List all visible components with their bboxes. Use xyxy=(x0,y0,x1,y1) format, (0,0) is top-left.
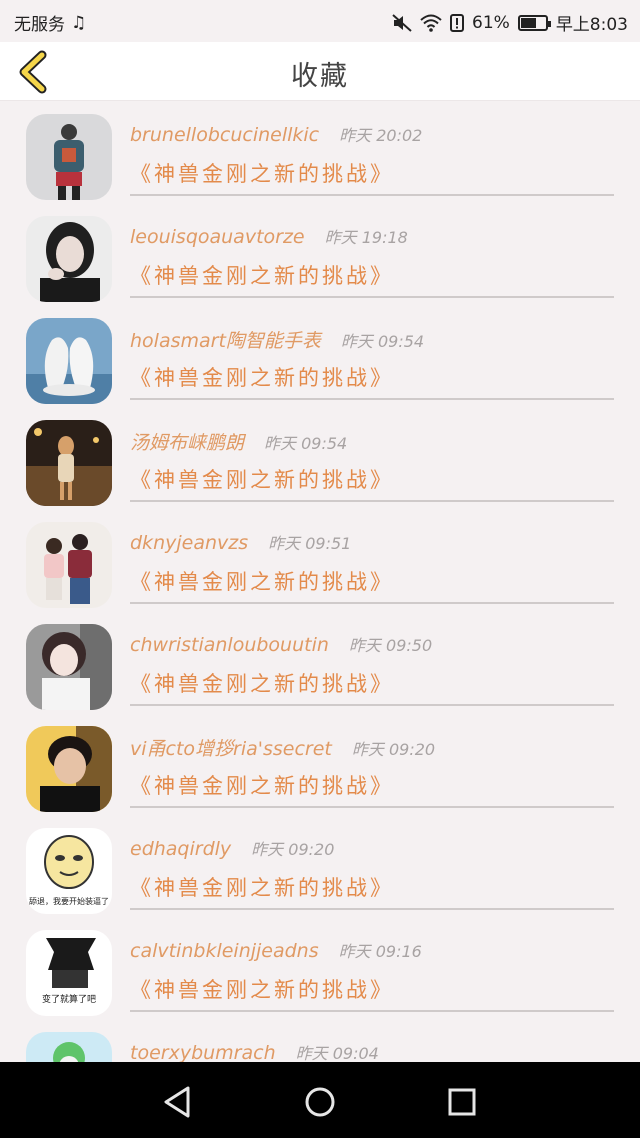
music-icon: ♫ xyxy=(71,12,87,33)
divider xyxy=(130,194,614,196)
nav-back-button[interactable] xyxy=(158,1082,198,1122)
item-timestamp: 昨天 09:50 xyxy=(348,636,433,655)
list-item[interactable]: vi甬cto增拶ria'ssecret 昨天 09:20 《神兽金刚之新的挑战》 xyxy=(0,718,640,820)
item-username: vi甬cto增拶ria'ssecret xyxy=(130,738,332,760)
sim-alert-icon xyxy=(450,13,465,32)
divider xyxy=(130,500,614,502)
avatar[interactable] xyxy=(26,318,112,404)
item-title[interactable]: 《神兽金刚之新的挑战》 xyxy=(130,260,394,290)
divider xyxy=(130,704,614,706)
avatar[interactable] xyxy=(26,726,112,812)
page-title: 收藏 xyxy=(291,61,349,92)
clock: 早上8:03 xyxy=(555,15,628,35)
item-title[interactable]: 《神兽金刚之新的挑战》 xyxy=(130,464,394,494)
nav-recents-button[interactable] xyxy=(442,1082,482,1122)
item-username: 汤姆布崃鹏朗 xyxy=(130,432,245,454)
item-timestamp: 昨天 09:54 xyxy=(340,332,425,351)
item-timestamp: 昨天 09:20 xyxy=(351,740,436,759)
divider xyxy=(130,602,614,604)
divider xyxy=(130,806,614,808)
avatar[interactable]: 舔退，我要开始装逼了 xyxy=(26,828,112,914)
carrier-label: 无服务 xyxy=(14,15,65,35)
item-title[interactable]: 《神兽金刚之新的挑战》 xyxy=(130,158,394,188)
avatar[interactable] xyxy=(26,624,112,710)
list-item[interactable]: dknyjeanvzs 昨天 09:51 《神兽金刚之新的挑战》 xyxy=(0,514,640,616)
list-item[interactable]: chwristianloubouutin 昨天 09:50 《神兽金刚之新的挑战… xyxy=(0,616,640,718)
system-nav-bar xyxy=(0,1062,640,1138)
triangle-back-icon xyxy=(164,1086,190,1118)
list-item[interactable]: holasmart陶智能手表 昨天 09:54 《神兽金刚之新的挑战》 xyxy=(0,310,640,412)
divider xyxy=(130,908,614,910)
divider xyxy=(130,296,614,298)
item-username: brunellobcucinellkic xyxy=(130,124,320,146)
circle-home-icon xyxy=(305,1087,335,1117)
item-timestamp: 昨天 19:18 xyxy=(324,228,408,247)
item-timestamp: 昨天 09:20 xyxy=(251,840,335,859)
item-username: dknyjeanvzs xyxy=(130,532,249,554)
item-timestamp: 昨天 09:51 xyxy=(268,534,352,553)
app-header: 收藏 xyxy=(0,42,640,101)
item-title[interactable]: 《神兽金刚之新的挑战》 xyxy=(130,872,394,902)
square-recents-icon xyxy=(448,1088,476,1116)
avatar-caption: 变了就算了吧 xyxy=(42,993,96,1005)
item-timestamp: 昨天 09:54 xyxy=(264,434,348,453)
divider xyxy=(130,1010,614,1012)
avatar[interactable] xyxy=(26,420,112,506)
item-username: toerxybumrach xyxy=(130,1042,276,1062)
item-title[interactable]: 《神兽金刚之新的挑战》 xyxy=(130,974,394,1004)
item-username: leouisqoauavtorze xyxy=(130,226,305,248)
avatar[interactable]: 变了就算了吧 xyxy=(26,930,112,1016)
mute-icon xyxy=(392,13,412,32)
avatar[interactable] xyxy=(26,216,112,302)
avatar[interactable] xyxy=(26,1032,112,1062)
item-timestamp: 昨天 20:02 xyxy=(339,126,423,145)
list-item[interactable]: 汤姆布崃鹏朗 昨天 09:54 《神兽金刚之新的挑战》 xyxy=(0,412,640,514)
favorites-list: brunellobcucinellkic 昨天 20:02 《神兽金刚之新的挑战… xyxy=(0,100,640,1062)
list-item[interactable]: 变了就算了吧 calvtinbkleinjjeadns 昨天 09:16 《神兽… xyxy=(0,922,640,1024)
item-username: chwristianloubouutin xyxy=(130,634,329,656)
item-title[interactable]: 《神兽金刚之新的挑战》 xyxy=(130,668,394,698)
list-item[interactable]: toerxybumrach 昨天 09:04 xyxy=(0,1024,640,1062)
item-timestamp: 昨天 09:04 xyxy=(295,1044,379,1062)
battery-percent: 61% xyxy=(472,12,510,33)
item-title[interactable]: 《神兽金刚之新的挑战》 xyxy=(130,770,394,800)
nav-home-button[interactable] xyxy=(300,1082,340,1122)
list-item[interactable]: brunellobcucinellkic 昨天 20:02 《神兽金刚之新的挑战… xyxy=(0,106,640,208)
list-item[interactable]: 舔退，我要开始装逼了 edhaqirdly 昨天 09:20 《神兽金刚之新的挑… xyxy=(0,820,640,922)
status-bar: 无服务 ♫ 61% 早上8:03 xyxy=(0,0,640,42)
avatar[interactable] xyxy=(26,114,112,200)
list-item[interactable]: leouisqoauavtorze 昨天 19:18 《神兽金刚之新的挑战》 xyxy=(0,208,640,310)
item-title[interactable]: 《神兽金刚之新的挑战》 xyxy=(130,362,394,392)
item-title[interactable]: 《神兽金刚之新的挑战》 xyxy=(130,566,394,596)
wifi-icon xyxy=(420,14,442,32)
item-username: calvtinbkleinjjeadns xyxy=(130,940,319,962)
divider xyxy=(130,398,614,400)
item-username: holasmart陶智能手表 xyxy=(130,330,321,352)
battery-icon xyxy=(517,14,551,31)
avatar[interactable] xyxy=(26,522,112,608)
item-username: edhaqirdly xyxy=(130,838,232,860)
item-timestamp: 昨天 09:16 xyxy=(338,942,422,961)
avatar-caption: 舔退，我要开始装逼了 xyxy=(29,896,109,906)
